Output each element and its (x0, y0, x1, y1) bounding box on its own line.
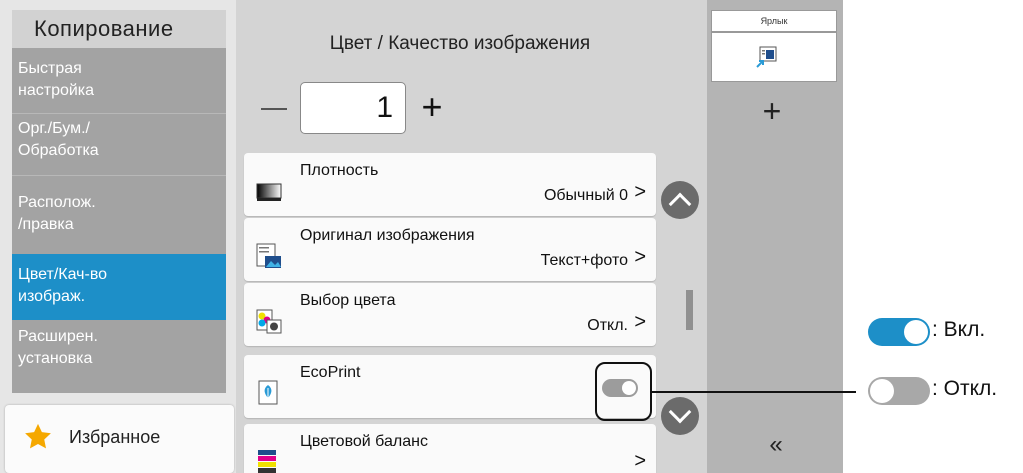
increase-copies-button[interactable]: + (412, 84, 452, 132)
sidebar-nav: Быстрая настройка Орг./Бум./ Обработка Р… (12, 48, 226, 393)
legend-on-label: : Вкл. (932, 318, 986, 341)
shortcut-icon (756, 46, 777, 68)
shortcut-tab[interactable]: Ярлык (711, 10, 837, 32)
setting-value: Текст+фото (540, 252, 628, 269)
sidebar-item-label: установка (18, 350, 93, 367)
sidebar-item-label: Цвет/Кач-во (18, 266, 108, 283)
color-balance-icon (258, 450, 276, 473)
chevron-right-icon: > (634, 311, 646, 333)
scroll-down-button[interactable] (661, 397, 699, 435)
sidebar-item-layout-edit[interactable]: Располож. /правка (12, 176, 226, 254)
sidebar-title: Копирование (12, 10, 226, 48)
decrease-copies-button[interactable] (253, 86, 297, 130)
sidebar-item-label: Обработка (18, 142, 99, 159)
chevron-right-icon: > (634, 450, 646, 472)
add-shortcut-button[interactable]: + (755, 94, 789, 128)
copies-input[interactable]: 1 (300, 82, 406, 134)
toggle-on-icon (868, 318, 930, 346)
setting-row-original-image[interactable]: Оригинал изображения Текст+фото > (244, 218, 656, 281)
toggle-off-icon (868, 377, 930, 405)
sidebar-item-label: Располож. (18, 194, 96, 211)
sidebar-item-advanced-setup[interactable]: Расширен. установка (12, 322, 226, 386)
setting-row-color-selection[interactable]: Выбор цвета Откл. > (244, 283, 656, 346)
shortcut-button[interactable] (711, 32, 837, 82)
ecoprint-icon (258, 380, 278, 405)
legend-off: : Откл. (868, 373, 1018, 405)
legend-on: : Вкл. (868, 314, 1018, 346)
sidebar-item-org-paper-finishing[interactable]: Орг./Бум./ Обработка (12, 114, 226, 174)
sidebar-item-label: изображ. (18, 288, 86, 305)
scrollbar-thumb[interactable] (686, 290, 693, 330)
chevron-down-icon (668, 400, 692, 424)
chevron-right-icon: > (634, 246, 646, 268)
setting-name: Цветовой баланс (300, 433, 428, 450)
setting-row-density[interactable]: Плотность Обычный 0 > (244, 153, 656, 216)
page-title: Цвет / Качество изображения (329, 33, 591, 54)
favorites-button[interactable]: Избранное (5, 405, 234, 473)
scroll-up-button[interactable] (661, 181, 699, 219)
setting-name: Выбор цвета (300, 292, 396, 309)
collapse-panel-button[interactable]: « (763, 432, 789, 458)
setting-value: Откл. (587, 317, 628, 334)
legend-off-label: : Откл. (932, 377, 998, 400)
sidebar-item-label: Быстрая (18, 60, 82, 77)
sidebar-item-quick-setup[interactable]: Быстрая настройка (12, 54, 226, 110)
setting-name: EcoPrint (300, 364, 361, 381)
setting-value: Обычный 0 (543, 187, 628, 204)
sidebar-item-label: /правка (18, 216, 74, 233)
star-icon (25, 423, 51, 449)
original-image-icon (256, 243, 281, 268)
callout-leader-line (651, 391, 856, 393)
sidebar-item-color-image-quality[interactable]: Цвет/Кач-во изображ. (12, 254, 226, 320)
sidebar-item-label: Расширен. (18, 328, 98, 345)
density-icon (256, 183, 282, 201)
setting-name: Плотность (300, 162, 379, 179)
sidebar-item-label: Орг./Бум./ (18, 120, 90, 137)
favorites-label: Избранное (69, 427, 161, 447)
sidebar-item-label: настройка (18, 82, 95, 99)
ecoprint-toggle-callout (595, 362, 652, 421)
setting-row-color-balance[interactable]: Цветовой баланс > (244, 424, 656, 473)
color-selection-icon (256, 309, 282, 334)
chevron-up-icon (668, 192, 692, 216)
copy-screen: Копирование Быстрая настройка Орг./Бум./… (0, 0, 843, 473)
setting-name: Оригинал изображения (300, 227, 475, 244)
sidebar: Копирование Быстрая настройка Орг./Бум./… (0, 0, 236, 473)
chevron-right-icon: > (634, 181, 646, 203)
